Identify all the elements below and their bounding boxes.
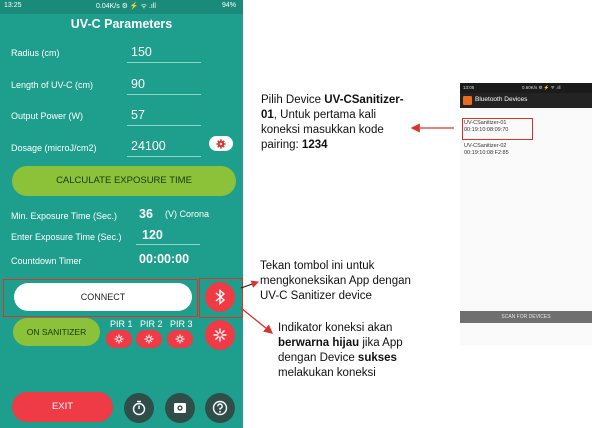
indicator-arrow: [240, 307, 274, 334]
device-name: UV-CSanitizer-01: [464, 120, 507, 126]
device-select-annotation: Pilih Device UV-CSanitizer- 01, Untuk pe…: [261, 93, 451, 153]
annotation-text: , Untuk pertama kali: [273, 109, 377, 121]
bt-app-icon: [463, 96, 472, 105]
bt-status-info: 0.60K/s ⚙ ⚡ ᯤ .ıll: [522, 85, 561, 90]
annotation-text: Pilih Device: [261, 94, 325, 106]
annotation-bold: sukses: [357, 352, 397, 364]
connect-arrow: [240, 280, 260, 289]
bt-header: Bluetooth Devices: [460, 93, 592, 108]
device-address: 00:19:10:08:09:70: [464, 127, 509, 133]
bt-status-time: 13:05: [463, 85, 475, 90]
bluetooth-devices-screen: 13:05 0.60K/s ⚙ ⚡ ᯤ .ıll Bluetooth Devic…: [460, 83, 592, 345]
annotation-text: melakukan koneksi: [278, 367, 376, 379]
bt-status-bar: 13:05 0.60K/s ⚙ ⚡ ᯤ .ıll: [460, 83, 592, 93]
annotation-bold: 01: [261, 109, 274, 121]
bt-title: Bluetooth Devices: [475, 96, 528, 103]
scan-devices-button[interactable]: SCAN FOR DEVICES: [460, 311, 592, 323]
annotation-text: koneksi masukkan kode: [261, 124, 384, 136]
connect-annotation: Tekan tombol ini untuk mengkoneksikan Ap…: [260, 259, 460, 304]
annotation-text: pairing:: [261, 139, 302, 151]
annotation-text: dengan Device: [278, 352, 358, 364]
device-item-1[interactable]: UV-CSanitizer-01 00:19:10:08:09:70: [464, 120, 508, 134]
annotation-text: Indikator koneksi akan: [278, 322, 393, 334]
device-address: 00:19:10:08:F2:85: [464, 150, 509, 156]
indicator-annotation: Indikator koneksi akan berwarna hijau ji…: [278, 321, 458, 381]
device-item-2[interactable]: UV-CSanitizer-02 00:19:10:08:F2:85: [464, 143, 509, 157]
annotation-bold: UV-CSanitizer-: [324, 94, 404, 106]
annotation-text: mengkoneksikan App dengan: [260, 275, 411, 287]
annotation-bold: berwarna hijau: [278, 337, 360, 349]
pairing-code: 1234: [301, 139, 328, 151]
annotation-text: jika App: [359, 337, 403, 349]
annotation-text: UV-C Sanitizer device: [260, 290, 372, 302]
annotation-text: Tekan tombol ini untuk: [260, 260, 375, 272]
device-name: UV-CSanitizer-02: [464, 143, 507, 149]
